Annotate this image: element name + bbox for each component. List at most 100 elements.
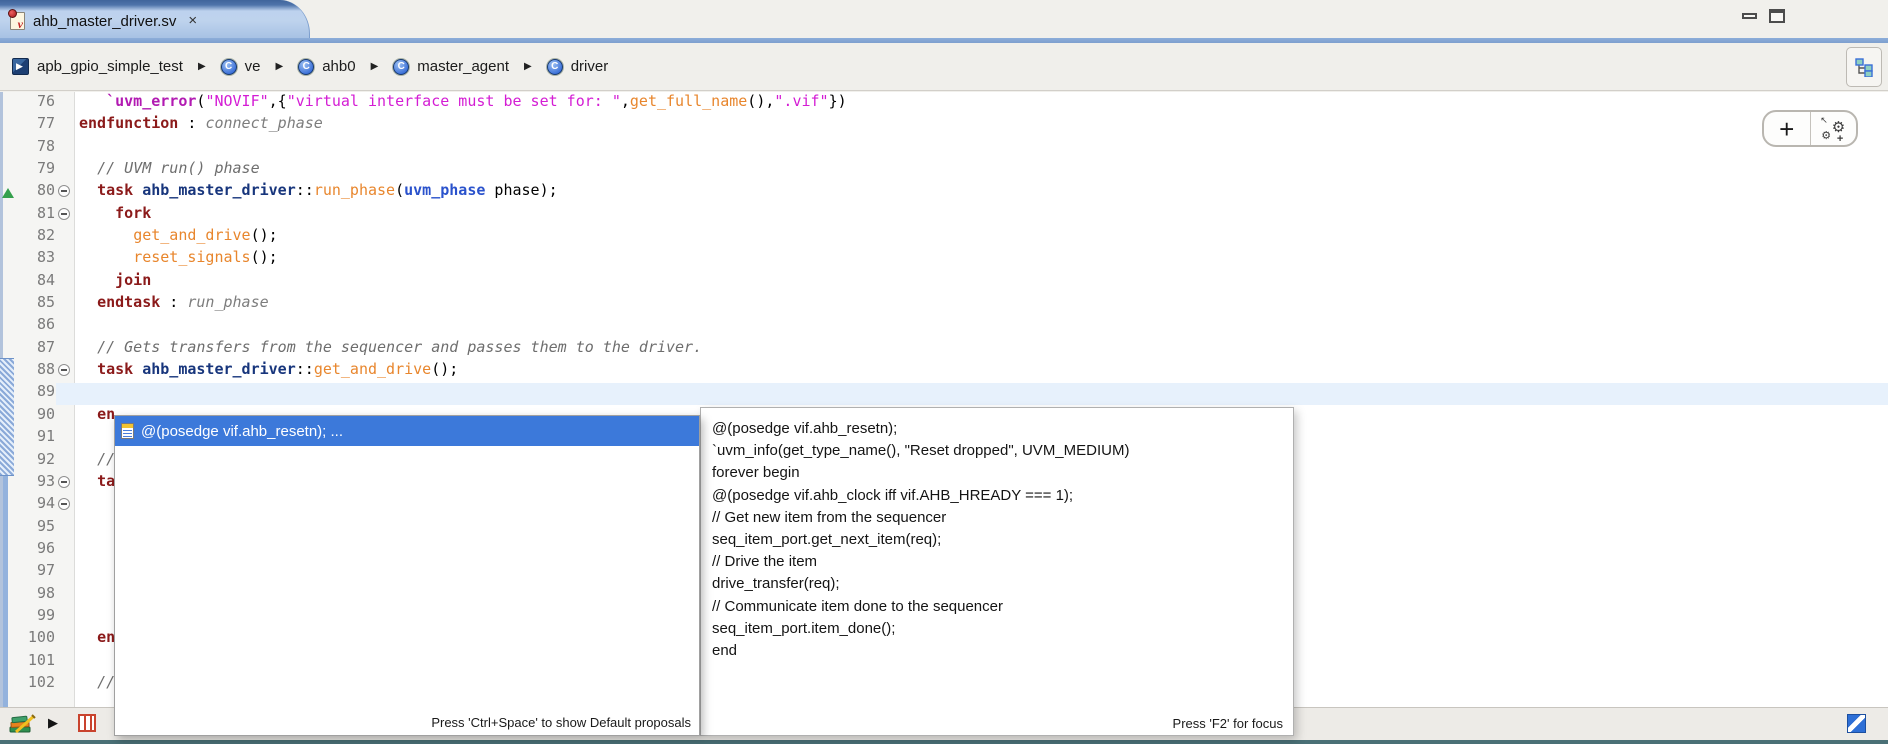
breadcrumb-item-ve[interactable]: Cve	[221, 58, 261, 75]
code-token: reset_signals	[133, 248, 250, 266]
fold-collapse-icon[interactable]	[58, 208, 70, 220]
minimize-view-icon[interactable]	[1742, 13, 1757, 19]
class-icon: C	[547, 59, 563, 75]
code-token: // Gets transfers from the sequencer and…	[97, 338, 702, 356]
template-proposal-icon	[121, 423, 134, 439]
fold-collapse-icon[interactable]	[58, 498, 70, 510]
code-line-78[interactable]: 78	[0, 137, 1888, 159]
code-line-85[interactable]: 85 endtask : run_phase	[0, 293, 1888, 315]
code-line-76[interactable]: 76 `uvm_error("NOVIF",{"virtual interfac…	[0, 92, 1888, 114]
code-line-83[interactable]: 83 reset_signals();	[0, 248, 1888, 270]
code-token	[79, 293, 97, 311]
line-number: 78	[0, 137, 55, 155]
line-number: 102	[0, 673, 55, 691]
code-line-89[interactable]: 89	[0, 382, 1888, 404]
add-button[interactable]: +	[1764, 112, 1811, 145]
code-token	[79, 271, 115, 289]
code-line-84[interactable]: 84 join	[0, 271, 1888, 293]
preview-code-line: end	[712, 640, 1287, 662]
line-number: 92	[0, 450, 55, 468]
code-token	[79, 628, 97, 646]
editor-tab[interactable]: ahb_master_driver.sv ×	[10, 6, 197, 36]
code-token: "virtual interface must be set for: "	[287, 92, 621, 110]
code-token	[79, 159, 97, 177]
breadcrumb-item-driver[interactable]: Cdriver	[547, 58, 609, 75]
code-token: ahb_master_driver	[142, 360, 296, 378]
breadcrumb-item-master_agent[interactable]: Cmaster_agent	[393, 58, 509, 75]
code-token: phase	[485, 181, 539, 199]
settings-button[interactable]: ⚙ ⚙ + ↖	[1811, 112, 1857, 145]
code-token: ();	[251, 248, 278, 266]
breadcrumb-label: ve	[245, 58, 261, 75]
line-number: 89	[0, 382, 55, 400]
code-token: //	[97, 673, 115, 691]
code-token: join	[115, 271, 151, 289]
grid-icon[interactable]	[78, 714, 96, 732]
code-token: get_full_name	[630, 92, 747, 110]
line-number: 81	[0, 204, 55, 222]
line-number: 91	[0, 427, 55, 445]
code-token: ,	[621, 92, 630, 110]
line-number: 88	[0, 360, 55, 378]
breadcrumb-label: driver	[571, 58, 609, 75]
code-line-79[interactable]: 79 // UVM run() phase	[0, 159, 1888, 181]
maximize-view-icon[interactable]	[1769, 9, 1785, 23]
hierarchy-icon	[1854, 57, 1874, 77]
breadcrumb-arrow-icon: ▶	[371, 61, 379, 72]
code-token: "NOVIF"	[205, 92, 268, 110]
preview-code-line: drive_transfer(req);	[712, 573, 1287, 595]
preview-code-line: seq_item_port.item_done();	[712, 618, 1287, 640]
plus-icon: +	[1779, 119, 1794, 139]
class-icon: C	[221, 59, 237, 75]
code-token: endfunction	[79, 114, 178, 132]
proposal-item-selected[interactable]: @(posedge vif.ahb_resetn); ...	[115, 416, 699, 446]
breadcrumb-label: apb_gpio_simple_test	[37, 58, 183, 75]
line-number: 87	[0, 338, 55, 356]
preview-code-line: @(posedge vif.ahb_resetn);	[712, 418, 1287, 440]
line-number: 96	[0, 539, 55, 557]
compile-library-icon[interactable]	[8, 713, 36, 735]
tab-close-icon[interactable]: ×	[188, 14, 197, 28]
code-line-82[interactable]: 82 get_and_drive();	[0, 226, 1888, 248]
breadcrumb-arrow-icon: ▶	[524, 61, 532, 72]
breadcrumb-item-ahb0[interactable]: Cahb0	[298, 58, 355, 75]
active-tab-zone: ahb_master_driver.sv ×	[0, 0, 310, 38]
line-number: 80	[0, 181, 55, 199]
breadcrumb-item-apb_gpio_simple_test[interactable]: apb_gpio_simple_test	[12, 58, 183, 75]
preview-code-line: forever begin	[712, 462, 1287, 484]
code-token: task	[97, 181, 133, 199]
breadcrumb-arrow-icon: ▶	[275, 61, 283, 72]
code-token	[79, 673, 97, 691]
trim-stack-restore-icon[interactable]	[1847, 714, 1866, 733]
preview-code-line: // Communicate item done to the sequence…	[712, 596, 1287, 618]
code-line-87[interactable]: 87 // Gets transfers from the sequencer …	[0, 338, 1888, 360]
fold-collapse-icon[interactable]	[58, 185, 70, 197]
code-token: (),	[747, 92, 774, 110]
line-number: 95	[0, 517, 55, 535]
code-line-86[interactable]: 86	[0, 315, 1888, 337]
code-token	[133, 360, 142, 378]
line-number: 90	[0, 405, 55, 423]
code-token: ,{	[269, 92, 287, 110]
hierarchy-toggle-button[interactable]	[1846, 47, 1882, 87]
code-line-88[interactable]: 88 task ahb_master_driver::get_and_drive…	[0, 360, 1888, 382]
fold-collapse-icon[interactable]	[58, 476, 70, 488]
code-token: ::	[296, 360, 314, 378]
code-line-77[interactable]: 77endfunction : connect_phase	[0, 114, 1888, 136]
code-token: task	[97, 360, 133, 378]
code-line-81[interactable]: 81 fork	[0, 204, 1888, 226]
sv-file-icon	[10, 12, 25, 30]
code-token: en	[97, 628, 115, 646]
breadcrumb-label: ahb0	[322, 58, 355, 75]
breadcrumb-arrow-icon: ▶	[198, 61, 206, 72]
line-number: 93	[0, 472, 55, 490]
fold-collapse-icon[interactable]	[58, 364, 70, 376]
class-icon: C	[393, 59, 409, 75]
code-token: ();	[431, 360, 458, 378]
code-line-80[interactable]: 80 task ahb_master_driver::run_phase(uvm…	[0, 181, 1888, 203]
code-token: ".vif"	[774, 92, 828, 110]
run-icon[interactable]: ▶	[48, 715, 58, 731]
code-token: (	[395, 181, 404, 199]
breadcrumb: apb_gpio_simple_test ▶ Cve ▶ Cahb0 ▶ Cmaster_a…	[0, 43, 1888, 91]
preview-code-line: // Drive the item	[712, 551, 1287, 573]
